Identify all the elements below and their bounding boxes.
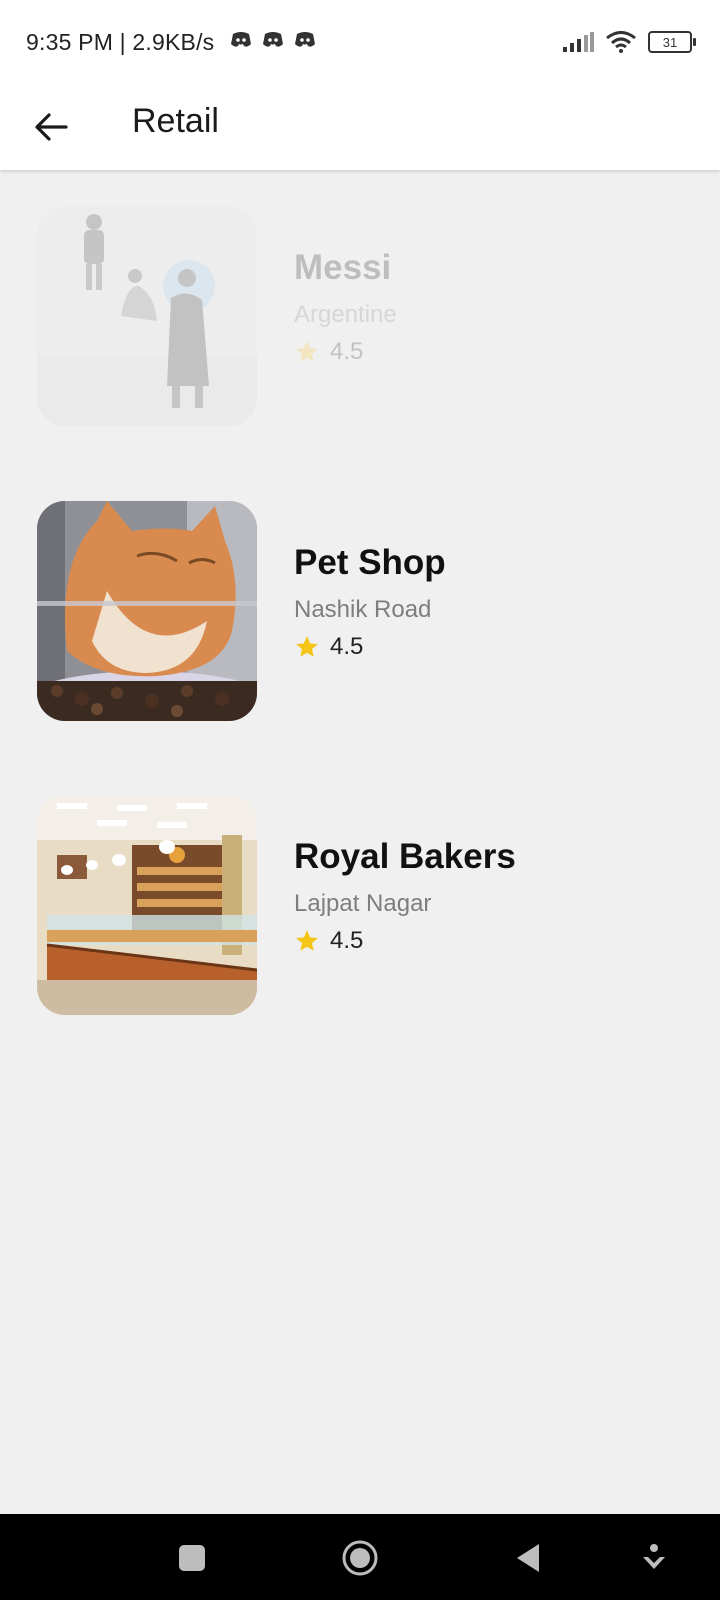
system-nav-bar: [0, 1514, 720, 1600]
notification-icons: [230, 31, 316, 49]
rating-value: 4.5: [330, 633, 364, 660]
star-icon: [296, 341, 318, 362]
status-bar: 9:35 PM | 2.9KB/s 31: [0, 0, 720, 84]
rating-value: 4.5: [330, 338, 364, 365]
download-arrow-icon: [643, 1544, 665, 1569]
star-icon: [296, 636, 318, 657]
item-rating: 4.5: [294, 338, 397, 366]
list-item-messi[interactable]: Messi Argentine 4.5: [0, 206, 720, 426]
item-name: Pet Shop: [294, 543, 446, 582]
discord-icon: [295, 32, 315, 47]
rating-value: 4.5: [330, 927, 364, 954]
back-nav-button[interactable]: [508, 1538, 548, 1578]
battery-icon: 31: [648, 31, 696, 53]
recents-button[interactable]: [172, 1538, 212, 1578]
app-bar: Retail: [0, 84, 720, 170]
item-name: Royal Bakers: [294, 837, 516, 876]
star-icon: [296, 930, 318, 951]
signal-icon: [563, 32, 594, 52]
home-button[interactable]: [340, 1538, 380, 1578]
status-time: 9:35 PM | 2.9KB/s: [26, 29, 215, 55]
discord-icon: [231, 32, 251, 47]
back-button[interactable]: [28, 104, 74, 150]
item-location: Argentine: [294, 301, 397, 328]
arrow-left-icon: [35, 113, 68, 141]
item-thumbnail: [37, 206, 257, 426]
item-name: Messi: [294, 248, 392, 287]
circle-icon: [342, 1540, 378, 1576]
item-info: Royal Bakers Lajpat Nagar 4.5: [294, 837, 516, 955]
wifi-icon: [606, 31, 636, 53]
item-location: Nashik Road: [294, 596, 432, 623]
discord-icon: [263, 32, 283, 47]
item-info: Messi Argentine 4.5: [294, 248, 397, 366]
item-info: Pet Shop Nashik Road 4.5: [294, 543, 446, 661]
square-icon: [179, 1545, 205, 1571]
battery-level: 31: [662, 34, 678, 50]
list-item-royal-bakers[interactable]: Royal Bakers Lajpat Nagar 4.5: [0, 795, 720, 1015]
list-item-pet-shop[interactable]: Pet Shop Nashik Road 4.5: [0, 501, 720, 721]
item-rating: 4.5: [294, 633, 446, 661]
page-title: Retail: [132, 102, 219, 140]
item-rating: 4.5: [294, 927, 516, 955]
item-thumbnail: [37, 501, 257, 721]
item-location: Lajpat Nagar: [294, 890, 432, 917]
item-thumbnail: [37, 795, 257, 1015]
triangle-back-icon: [517, 1544, 539, 1572]
extra-nav-button[interactable]: [634, 1538, 674, 1578]
system-status-icons: 31: [562, 31, 696, 53]
